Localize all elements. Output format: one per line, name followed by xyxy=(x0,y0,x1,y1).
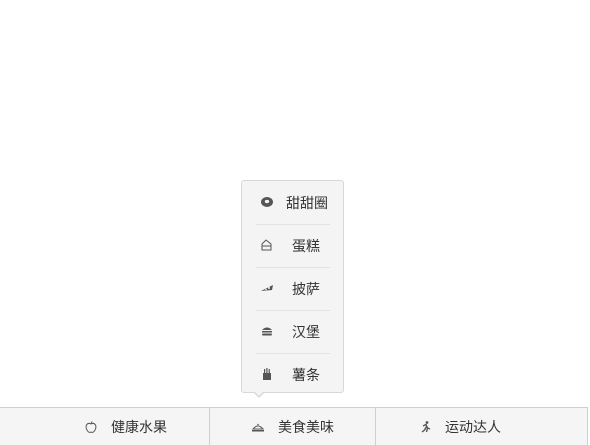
menu-item-burger[interactable]: 汉堡 xyxy=(242,310,343,353)
menu-item-cake[interactable]: 蛋糕 xyxy=(242,224,343,267)
cake-icon xyxy=(260,238,274,252)
menu-item-label: 蛋糕 xyxy=(292,239,320,255)
menu-item-fries[interactable]: 薯条 xyxy=(242,353,343,396)
burger-icon xyxy=(260,324,274,338)
menu-item-pizza[interactable]: 披萨 xyxy=(242,267,343,310)
menu-item-label: 甜甜圈 xyxy=(286,196,328,212)
popup-arrow xyxy=(253,391,265,398)
menu-item-donut[interactable]: 甜甜圈 xyxy=(242,181,343,224)
apple-icon xyxy=(84,420,98,434)
menu-item-label: 披萨 xyxy=(292,282,320,298)
menu-item-label: 汉堡 xyxy=(292,325,320,341)
donut-icon xyxy=(260,195,274,209)
pizza-icon xyxy=(260,281,274,295)
bottom-tab-bar: 健康水果 美食美味 运动达人 xyxy=(0,407,588,445)
tab-label: 美食美味 xyxy=(278,419,334,436)
tab-divider xyxy=(375,408,376,445)
tab-healthy-fruit[interactable]: 健康水果 xyxy=(84,408,167,445)
tab-label: 运动达人 xyxy=(445,419,501,436)
fries-icon xyxy=(260,367,274,381)
tab-sports[interactable]: 运动达人 xyxy=(418,408,501,445)
food-submenu-popup: 甜甜圈 蛋糕 披萨 汉堡 薯条 xyxy=(241,180,344,393)
tab-label: 健康水果 xyxy=(111,419,167,436)
menu-item-label: 薯条 xyxy=(292,368,320,384)
runner-icon xyxy=(418,420,432,434)
dish-icon xyxy=(251,420,265,434)
tab-food[interactable]: 美食美味 xyxy=(251,408,334,445)
tab-divider xyxy=(209,408,210,445)
